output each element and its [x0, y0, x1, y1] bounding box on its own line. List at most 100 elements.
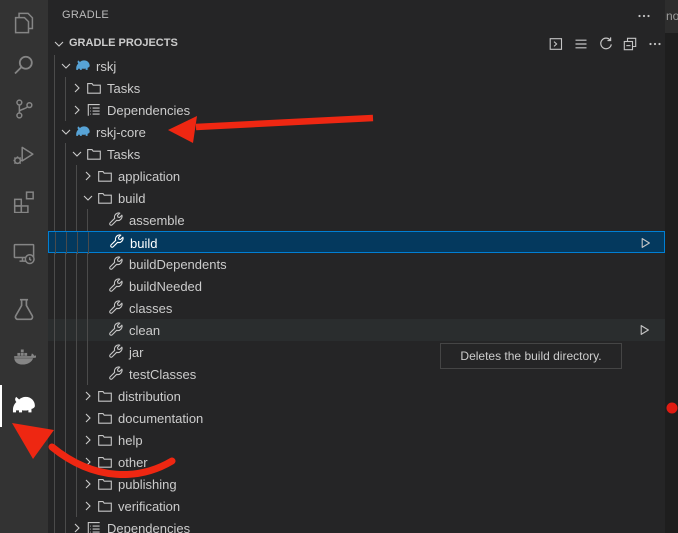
chevron-down-icon[interactable]: [69, 146, 85, 162]
chevron-right-icon[interactable]: [80, 476, 96, 492]
indent-guide: [54, 297, 55, 319]
activity-bar-item-source-control[interactable]: [0, 97, 48, 141]
indent-guide: [77, 232, 78, 254]
run-gradle-task-button[interactable]: [548, 36, 564, 52]
tree-item-build-8[interactable]: build: [48, 231, 665, 253]
panel-more-button[interactable]: [636, 8, 652, 24]
indent-guide: [76, 209, 77, 231]
tree-item-dependencies-2[interactable]: Dependencies: [48, 99, 665, 121]
tree-item-tasks-1[interactable]: Tasks: [48, 77, 665, 99]
run-debug-icon: [12, 143, 36, 167]
activity-bar-item-remote-explorer[interactable]: [0, 241, 48, 285]
tree-item-dependencies-21[interactable]: Dependencies: [48, 517, 665, 533]
activity-bar-item-gradle[interactable]: [0, 393, 48, 437]
activity-bar: [0, 0, 48, 533]
chevron-right-icon[interactable]: [80, 388, 96, 404]
chevron-right-icon[interactable]: [80, 498, 96, 514]
indent-guide: [76, 165, 77, 187]
panel-title: GRADLE: [62, 9, 109, 21]
run-task-button[interactable]: [637, 235, 653, 251]
indent-guide: [65, 77, 66, 99]
tree-item-label: help: [118, 433, 143, 448]
activity-bar-item-docker[interactable]: [0, 345, 48, 389]
tree-item-rskj-0[interactable]: rskj: [48, 55, 665, 77]
tree-item-label: buildDependents: [129, 257, 227, 272]
tree-item-verification-20[interactable]: verification: [48, 495, 665, 517]
chevron-down-icon[interactable]: [80, 190, 96, 206]
activity-bar-item-run-and-debug[interactable]: [0, 143, 48, 187]
indent-guide: [66, 232, 67, 254]
indent-guide: [65, 407, 66, 429]
gradle-elephant-icon: [11, 393, 37, 419]
indent-guide: [65, 187, 66, 209]
chevron-right-icon[interactable]: [80, 168, 96, 184]
indent-guide: [76, 187, 77, 209]
collapse-all-button[interactable]: [622, 36, 638, 52]
dependencies-icon: [86, 102, 102, 118]
tree-item-clean-12[interactable]: clean: [48, 319, 665, 341]
chevron-down-icon[interactable]: [58, 58, 74, 74]
folder-icon: [86, 80, 102, 96]
indent-guide: [76, 341, 77, 363]
chevron-right-icon[interactable]: [80, 432, 96, 448]
activity-bar-item-extensions[interactable]: [0, 189, 48, 233]
tree-item-builddependents-9[interactable]: buildDependents: [48, 253, 665, 275]
folder-icon: [97, 432, 113, 448]
chevron-right-icon[interactable]: [69, 80, 85, 96]
chevron-right-icon[interactable]: [80, 454, 96, 470]
tree-item-help-17[interactable]: help: [48, 429, 665, 451]
section-header-gradle-projects[interactable]: GRADLE PROJECTS: [48, 33, 665, 55]
chevron-down-icon[interactable]: [58, 124, 74, 140]
chevron-down-icon[interactable]: [51, 36, 67, 52]
tree-item-label: assemble: [129, 213, 185, 228]
tree-item-label: Tasks: [107, 147, 140, 162]
refresh-button[interactable]: [598, 36, 614, 52]
tree-item-tasks-4[interactable]: Tasks: [48, 143, 665, 165]
tree-item-application-5[interactable]: application: [48, 165, 665, 187]
source-control-icon: [12, 97, 36, 121]
indent-guide: [65, 495, 66, 517]
chevron-right-icon[interactable]: [69, 102, 85, 118]
tree-item-buildneeded-10[interactable]: buildNeeded: [48, 275, 665, 297]
folder-icon: [97, 388, 113, 404]
indent-guide: [65, 275, 66, 297]
extensions-icon: [12, 189, 36, 213]
tree-item-publishing-19[interactable]: publishing: [48, 473, 665, 495]
indent-guide: [65, 473, 66, 495]
tree-item-label: Dependencies: [107, 521, 190, 533]
indent-guide: [65, 429, 66, 451]
flat-list-view-button[interactable]: [573, 36, 589, 52]
gradle-side-panel: GRADLE GRADLE PROJECTS rskjTasksDependen…: [48, 0, 665, 533]
tree-item-label: jar: [129, 345, 143, 360]
indent-guide: [55, 232, 56, 254]
chevron-right-icon[interactable]: [80, 410, 96, 426]
activity-bar-item-testing[interactable]: [0, 297, 48, 341]
indent-guide: [54, 319, 55, 341]
tree-item-distribution-15[interactable]: distribution: [48, 385, 665, 407]
indent-guide: [76, 451, 77, 473]
tree-item-other-18[interactable]: other: [48, 451, 665, 473]
tree-item-build-6[interactable]: build: [48, 187, 665, 209]
tree-item-assemble-7[interactable]: assemble: [48, 209, 665, 231]
tree-item-rskj-core-3[interactable]: rskj-core: [48, 121, 665, 143]
indent-guide: [54, 143, 55, 165]
tree-item-label: rskj: [96, 59, 116, 74]
more-actions-button[interactable]: [647, 36, 663, 52]
indent-guide: [54, 77, 55, 99]
remote-explorer-icon: [12, 241, 36, 265]
activity-bar-item-search[interactable]: [0, 53, 48, 97]
tree-item-classes-11[interactable]: classes: [48, 297, 665, 319]
tree-item-documentation-16[interactable]: documentation: [48, 407, 665, 429]
indent-guide: [65, 363, 66, 385]
chevron-right-icon[interactable]: [69, 520, 85, 533]
run-task-button[interactable]: [636, 322, 652, 338]
activity-bar-item-explorer[interactable]: [0, 11, 48, 55]
indent-guide: [87, 209, 88, 231]
indent-guide: [76, 275, 77, 297]
editor-tab[interactable]: no: [665, 0, 678, 33]
indent-guide: [54, 99, 55, 121]
task-icon: [108, 256, 124, 272]
folder-icon: [86, 146, 102, 162]
ellipsis-icon: [647, 36, 663, 52]
indent-guide: [65, 253, 66, 275]
